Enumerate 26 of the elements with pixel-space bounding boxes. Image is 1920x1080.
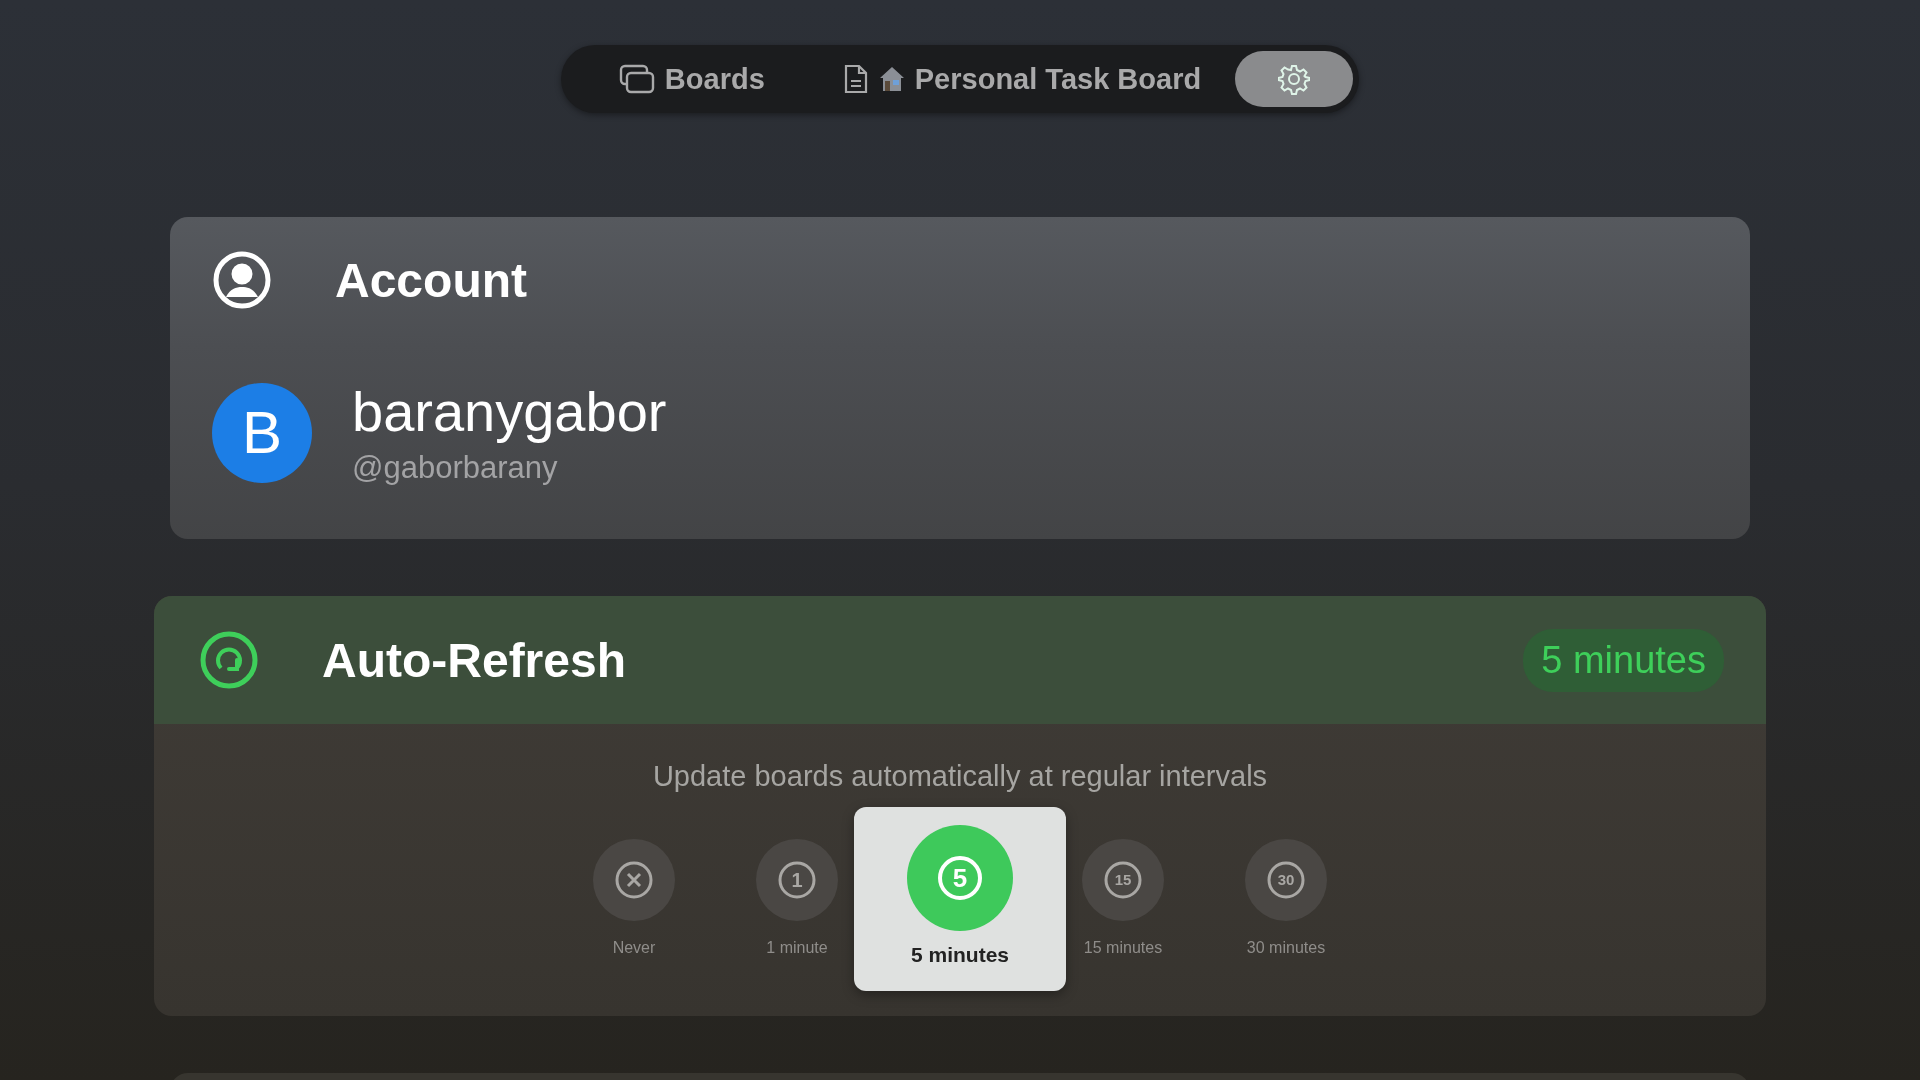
description: Update boards automatically at regular intervals bbox=[651, 760, 1269, 793]
username: baranygabor bbox=[352, 379, 667, 444]
numbered-circle-icon: 5 bbox=[938, 856, 982, 900]
interval-option[interactable]: 30 30 minutes bbox=[1230, 807, 1342, 991]
interval-option[interactable]: 15 15 minutes bbox=[1067, 807, 1179, 991]
refresh-icon bbox=[199, 630, 259, 690]
numbered-circle-icon: 1 bbox=[778, 861, 816, 899]
interval-option[interactable]: 5 5 minutes bbox=[854, 807, 1066, 991]
numbered-circle-icon: 30 bbox=[1267, 861, 1305, 899]
settings-icon bbox=[1278, 63, 1311, 95]
settings-tab[interactable] bbox=[1235, 51, 1354, 107]
section-title: Account bbox=[335, 252, 527, 308]
house-icon bbox=[878, 65, 905, 93]
interval-badge: 5 minutes bbox=[1523, 628, 1724, 692]
numbered-circle-icon: 15 bbox=[1104, 861, 1142, 899]
document-icon bbox=[842, 63, 869, 95]
user-handle: @gaborbarany bbox=[352, 450, 559, 486]
section-title: Auto-Refresh bbox=[322, 632, 626, 688]
interval-option[interactable]: Never bbox=[578, 807, 690, 991]
close-icon bbox=[614, 860, 654, 900]
user-icon bbox=[212, 250, 272, 310]
interval-option[interactable]: 1 1 minute bbox=[741, 807, 853, 991]
nav-tab[interactable]: Boards bbox=[600, 51, 783, 107]
avatar: B bbox=[212, 382, 312, 483]
nav-tab[interactable]: Personal Task Board bbox=[824, 51, 1220, 107]
windows-icon bbox=[618, 64, 655, 94]
